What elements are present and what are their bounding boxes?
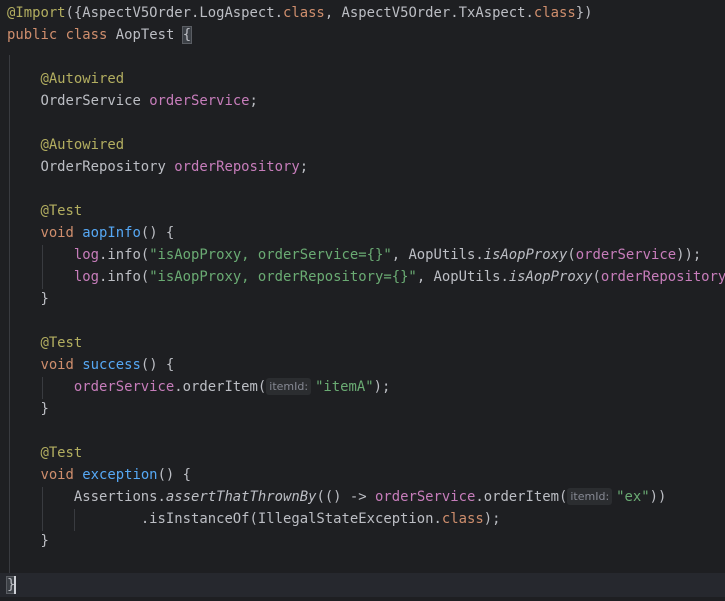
code-text: ( [567, 247, 576, 263]
code-line-5: OrderService orderService; [7, 90, 258, 112]
test-annotation: @Test [40, 445, 83, 461]
code-text: }) [575, 5, 593, 21]
code-text: ({AspectV5Order.LogAspect. [65, 5, 283, 21]
code-line-10: @Test [7, 200, 82, 222]
text-caret [14, 576, 16, 594]
keyword: public [7, 27, 58, 43]
code-line-22: void exception() { [7, 464, 191, 486]
code-line-2: public class AopTest { [7, 24, 193, 46]
method-name: exception [82, 467, 158, 483]
code-text: .info( [99, 269, 150, 285]
string-literal: "isAopProxy, orderRepository={}" [149, 269, 417, 285]
parameter-hint: itemId: [567, 488, 613, 505]
code-line-16: @Test [7, 332, 82, 354]
keyword: class [441, 511, 484, 527]
code-editor[interactable]: @Import({AspectV5Order.LogAspect.class, … [0, 0, 725, 601]
string-literal: "itemA" [315, 379, 374, 395]
code-text: , AopUtils. [391, 247, 484, 263]
keyword: void [40, 467, 74, 483]
code-line-21: @Test [7, 442, 82, 464]
static-call: assertThatThrownBy [165, 489, 317, 505]
code-line-1: @Import({AspectV5Order.LogAspect.class, … [7, 2, 592, 24]
code-line-19: } [7, 398, 49, 420]
code-line-18: orderService.orderItem(itemId: "itemA"); [7, 376, 390, 398]
autowired-annotation: @Autowired [40, 137, 125, 153]
closing-brace: } [40, 401, 49, 417]
field-name: orderService [375, 489, 476, 505]
code-line-24: .isInstanceOf(IllegalStateException.clas… [7, 508, 501, 530]
field-name: orderService [73, 379, 175, 395]
code-text: ; [299, 159, 309, 175]
code-text: ; [249, 93, 258, 109]
code-text: )); [676, 247, 702, 263]
code-text: , AopUtils. [416, 269, 509, 285]
code-text: () { [140, 357, 175, 373]
code-line-11: void aopInfo() { [7, 222, 174, 244]
code-line-25: } [7, 530, 49, 552]
code-text: (() -> [316, 489, 375, 505]
closing-brace: } [40, 291, 49, 307]
keyword: class [65, 27, 108, 43]
log-field: log [73, 247, 99, 263]
code-text: )) [649, 489, 667, 505]
closing-brace: } [40, 533, 49, 549]
code-text: .orderItem( [174, 379, 267, 395]
method-name: aopInfo [82, 225, 141, 241]
code-line-14: } [7, 288, 49, 310]
code-text: .info( [99, 247, 150, 263]
field-name: orderService [575, 247, 677, 263]
keyword: void [40, 225, 74, 241]
code-text: () { [157, 467, 192, 483]
current-line-highlight [0, 573, 725, 597]
autowired-annotation: @Autowired [40, 71, 125, 87]
keyword: class [533, 5, 576, 21]
log-field: log [73, 269, 99, 285]
class-name: AopTest [115, 27, 175, 43]
import-annotation: @Import [7, 5, 66, 21]
code-text: ); [373, 379, 391, 395]
code-line-23: Assertions.assertThatThrownBy(() -> orde… [7, 486, 666, 508]
field-name: orderRepository [174, 159, 300, 175]
type-name: OrderRepository [40, 159, 166, 175]
code-line-7: @Autowired [7, 134, 124, 156]
code-line-12: log.info("isAopProxy, orderService={}", … [7, 244, 701, 266]
keyword: void [40, 357, 74, 373]
static-call: isAopProxy [483, 247, 568, 263]
string-literal: "isAopProxy, orderService={}" [149, 247, 392, 263]
keyword: class [282, 5, 325, 21]
field-name: orderService [149, 93, 250, 109]
code-text: , AspectV5Order.TxAspect. [324, 5, 534, 21]
test-annotation: @Test [40, 203, 83, 219]
method-name: success [82, 357, 141, 373]
code-text: ); [483, 511, 501, 527]
type-name: OrderService [40, 93, 141, 109]
code-text: () { [140, 225, 175, 241]
test-annotation: @Test [40, 335, 83, 351]
field-name: orderRepository [600, 269, 725, 285]
code-line-4: @Autowired [7, 68, 124, 90]
code-text: .orderItem( [475, 489, 568, 505]
code-text: ( [592, 269, 601, 285]
parameter-hint: itemId: [266, 378, 312, 395]
static-call: isAopProxy [508, 269, 593, 285]
code-line-17: void success() { [7, 354, 174, 376]
code-line-13: log.info("isAopProxy, orderRepository={}… [7, 266, 725, 288]
code-text: .isInstanceOf(IllegalStateException. [140, 511, 442, 527]
matched-brace: { [181, 26, 193, 44]
string-literal: "ex" [616, 489, 650, 505]
class-reference: Assertions. [73, 489, 166, 505]
code-line-8: OrderRepository orderRepository; [7, 156, 308, 178]
